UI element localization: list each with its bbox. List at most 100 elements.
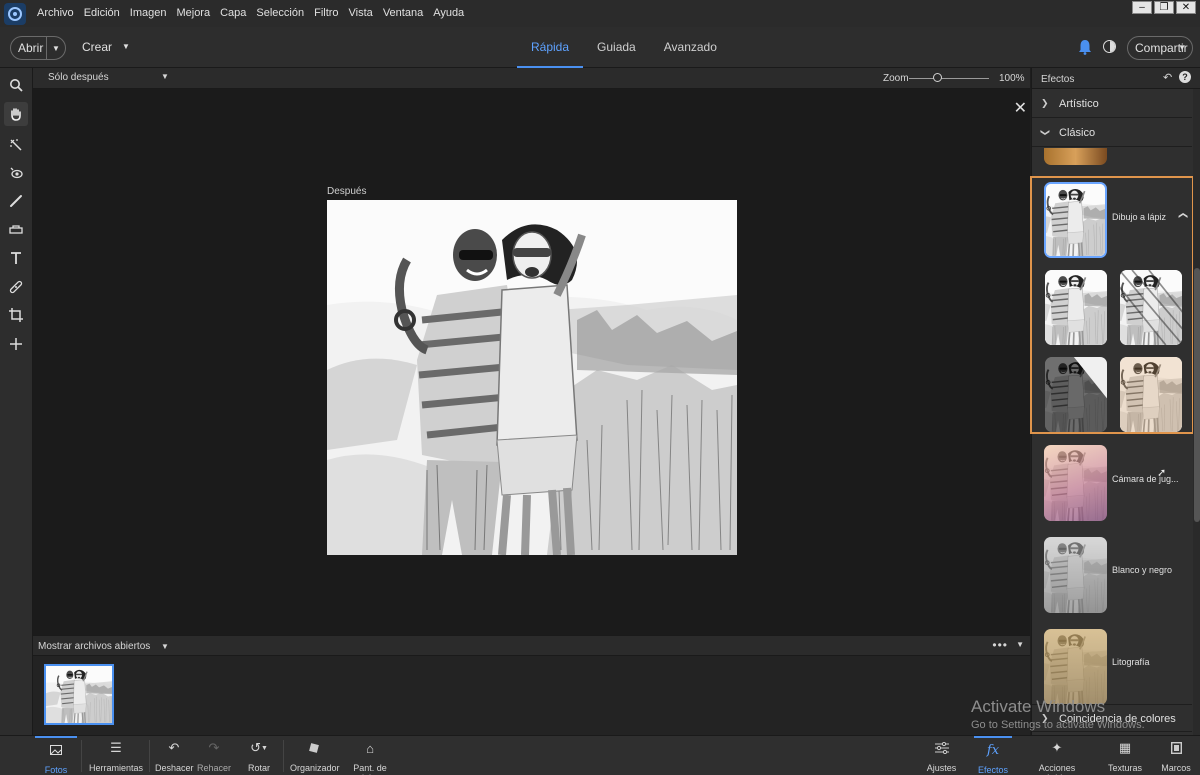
variant-3[interactable] [1045,357,1107,432]
photos-icon [35,738,77,762]
chevron-down-icon: ▼ [122,42,130,51]
bin-select[interactable]: Mostrar archivos abiertos ▼ [38,641,169,652]
undo-button[interactable]: ↶ Deshacer [155,736,194,775]
tools-panel [0,68,33,735]
tools-button[interactable]: ☰ Herramientas [88,736,144,775]
chevron-down-icon: ▼ [161,72,169,81]
close-window-icon[interactable]: ✕ [1176,1,1196,14]
effect-lithograph[interactable] [1044,629,1107,705]
quick-actions-label: Acciones rápidas [1038,763,1076,775]
theme-toggle-icon[interactable] [1103,40,1116,53]
red-eye-icon[interactable] [4,161,28,185]
straighten-icon[interactable] [4,217,28,241]
photos-button[interactable]: Fotos [35,736,77,775]
quick-actions-button[interactable]: ✦ Acciones rápidas [1025,736,1089,775]
tools-label: Herramientas [88,763,144,773]
redo-icon: ↷ [208,740,220,755]
close-icon[interactable]: ✕ [1014,98,1027,118]
menu-archivo[interactable]: Archivo [32,0,79,27]
top-toolbar: Abrir ▼ Crear ▼ Rápida Guiada Avanzado C… [0,27,1200,68]
effects-button[interactable]: fx Efectos [974,736,1012,775]
adjustments-icon [925,736,958,760]
home-screen-button[interactable]: ⌂ Pant. de inic. [345,736,395,775]
menu-seleccion[interactable]: Selección [251,0,309,27]
menu-capa[interactable]: Capa [215,0,251,27]
textures-button[interactable]: ▦ Texturas [1104,736,1146,775]
effect-toy-camera[interactable] [1044,445,1107,521]
minimize-icon[interactable]: – [1132,1,1152,14]
rotate-button[interactable]: ↺ ▼ Rotar [243,736,275,775]
reset-icon[interactable]: ↶ [1163,71,1172,84]
organizer-button[interactable]: Organizador [290,736,340,775]
effects-scrollbar-thumb[interactable] [1194,268,1200,522]
tab-guiada[interactable]: Guiada [583,27,650,68]
redo-button[interactable]: ↷ Rehacer [196,736,232,775]
zoom-slider-handle[interactable] [932,73,942,82]
collapse-bin-icon[interactable]: ▼ [1016,640,1024,649]
chevron-down-icon: ▼ [1178,43,1186,52]
watermark-subtitle: Go to Settings to activate Windows. [971,719,1145,731]
bin-label: Mostrar archivos abiertos [38,641,151,652]
more-options-icon[interactable]: ••• [992,638,1008,652]
effect-black-and-white[interactable] [1044,537,1107,613]
variant-1[interactable] [1045,270,1107,345]
restore-icon[interactable]: ❐ [1154,1,1174,14]
zoom-slider-track[interactable] [909,78,989,79]
photo-bin-bar: Mostrar archivos abiertos ▼ ••• ▼ [33,635,1030,656]
textures-label: Texturas [1107,763,1142,773]
whiten-teeth-icon[interactable] [4,189,28,213]
move-tool-icon[interactable] [4,332,28,356]
chevron-up-icon[interactable]: ❯ [1177,212,1188,220]
zoom-tool-icon[interactable] [4,73,28,97]
undo-label: Deshacer [155,763,194,773]
quick-selection-icon[interactable] [4,133,28,157]
separator [283,740,284,772]
rotate-label: Rotar [247,763,270,773]
menu-ayuda[interactable]: Ayuda [428,0,469,27]
adjustments-button[interactable]: Ajustes [925,736,958,775]
textures-icon: ▦ [1118,740,1132,755]
category-clasico[interactable]: ❯ Clásico [1032,119,1192,147]
watermark-title: Activate Windows [971,697,1106,716]
chevron-right-icon: ❯ [1041,98,1049,108]
menu-filtro[interactable]: Filtro [309,0,343,27]
after-label: Después [327,186,367,197]
edited-photo[interactable] [327,200,737,555]
effect-label: Litografía [1112,657,1150,667]
variant-4[interactable] [1120,357,1182,432]
frames-button[interactable]: Marcos [1158,736,1194,775]
photo-thumbnail[interactable] [44,664,114,725]
hand-tool-icon[interactable] [4,102,28,126]
view-options-bar: Sólo después ▼ Zoom 100% [33,68,1030,89]
tools-icon: ☰ [110,740,122,755]
chevron-down-icon[interactable]: ▼ [47,44,65,53]
tab-avanzado[interactable]: Avanzado [650,27,731,68]
help-icon[interactable]: ? [1179,71,1191,83]
category-label: Artístico [1059,98,1099,110]
variant-2[interactable] [1120,270,1182,345]
effect-thumbnail-partial[interactable] [1044,148,1107,165]
view-mode-value: Sólo después [48,72,109,83]
category-artistico[interactable]: ❯ Artístico [1032,90,1192,118]
app-logo-icon [4,2,26,25]
spot-healing-icon[interactable] [4,275,28,299]
crop-tool-icon[interactable] [4,303,28,327]
view-mode-select[interactable]: Sólo después ▼ [48,72,169,83]
separator [81,740,82,772]
create-button[interactable]: Crear ▼ [82,40,130,54]
open-button[interactable]: Abrir ▼ [10,36,66,60]
category-label: Clásico [1059,127,1096,139]
text-tool-icon[interactable] [4,246,28,270]
create-label: Crear [82,40,113,54]
menu-imagen[interactable]: Imagen [125,0,172,27]
zoom-value: 100% [999,73,1025,84]
menu-mejora[interactable]: Mejora [171,0,215,27]
menu-vista[interactable]: Vista [344,0,378,27]
menu-ventana[interactable]: Ventana [378,0,428,27]
share-button[interactable]: Compartir ▼ [1127,36,1193,60]
bell-icon[interactable] [1078,39,1092,55]
menu-edicion[interactable]: Edición [79,0,125,27]
effects-panel-header: Efectos ↶ ? [1032,68,1200,89]
tab-rapida[interactable]: Rápida [517,27,584,68]
effect-pencil-sketch[interactable] [1044,182,1107,258]
